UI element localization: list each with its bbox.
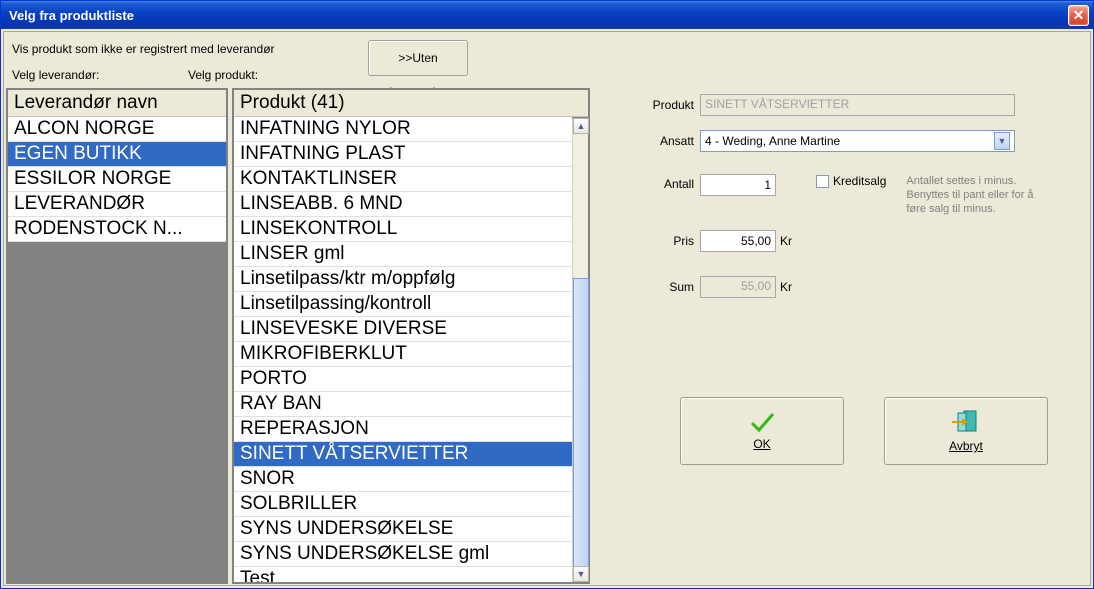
- button-row: OK Avbryt: [680, 397, 1048, 465]
- pris-unit: Kr: [780, 234, 792, 248]
- exit-icon: [950, 409, 982, 435]
- product-list-body[interactable]: INFATNING NYLORINFATNING PLASTKONTAKTLIN…: [234, 117, 572, 582]
- ok-button[interactable]: OK: [680, 397, 844, 465]
- kreditsalg-checkbox[interactable]: Kreditsalg: [816, 174, 886, 188]
- list-item[interactable]: SNOR: [234, 467, 572, 492]
- list-item[interactable]: Test: [234, 567, 572, 582]
- list-item[interactable]: SOLBRILLER: [234, 492, 572, 517]
- cancel-button[interactable]: Avbryt: [884, 397, 1048, 465]
- scroll-down-button[interactable]: ▼: [573, 566, 589, 582]
- form-panel: Produkt SINETT VÅTSERVIETTER Ansatt 4 - …: [624, 94, 1074, 312]
- list-item[interactable]: LINSEKONTROLL: [234, 217, 572, 242]
- list-item[interactable]: SYNS UNDERSØKELSE: [234, 517, 572, 542]
- supplier-list-header: Leverandør navn: [8, 90, 226, 117]
- info-text: Vis produkt som ikke er registrert med l…: [12, 42, 275, 56]
- list-item[interactable]: Linsetilpass/ktr m/oppfølg: [234, 267, 572, 292]
- scroll-thumb[interactable]: [573, 278, 589, 578]
- list-item[interactable]: ESSILOR NORGE: [8, 167, 226, 192]
- close-icon: ✕: [1073, 7, 1085, 24]
- sum-label: Sum: [624, 280, 694, 294]
- list-item[interactable]: RAY BAN: [234, 392, 572, 417]
- product-list-header: Produkt (41): [234, 90, 588, 117]
- list-item[interactable]: MIKROFIBERKLUT: [234, 342, 572, 367]
- ansatt-value: 4 - Weding, Anne Martine: [705, 134, 840, 148]
- list-item[interactable]: INFATNING PLAST: [234, 142, 572, 167]
- velg-leverandor-label: Velg leverandør:: [12, 68, 99, 82]
- list-item[interactable]: EGEN BUTIKK: [8, 142, 226, 167]
- list-item[interactable]: REPERASJON: [234, 417, 572, 442]
- antall-label: Antall: [624, 174, 694, 191]
- list-item[interactable]: SINETT VÅTSERVIETTER: [234, 442, 572, 467]
- list-item[interactable]: KONTAKTLINSER: [234, 167, 572, 192]
- close-button[interactable]: ✕: [1068, 5, 1089, 26]
- check-icon: [748, 411, 776, 433]
- list-item[interactable]: LINSEVESKE DIVERSE: [234, 317, 572, 342]
- hint-text: Antallet settes i minus. Benyttes til pa…: [906, 174, 1036, 216]
- list-item[interactable]: ALCON NORGE: [8, 117, 226, 142]
- list-item[interactable]: LINSEABB. 6 MND: [234, 192, 572, 217]
- list-item[interactable]: RODENSTOCK N...: [8, 217, 226, 242]
- scroll-up-button[interactable]: ▲: [573, 118, 589, 134]
- chevron-down-icon: ▼: [994, 132, 1010, 150]
- sum-field: 55,00: [700, 276, 776, 298]
- pris-input[interactable]: [700, 230, 776, 252]
- dialog-window: Velg fra produktliste ✕ Vis produkt som …: [0, 0, 1094, 589]
- list-item[interactable]: Linsetilpassing/kontroll: [234, 292, 572, 317]
- ok-label: OK: [753, 437, 770, 451]
- list-item[interactable]: LEVERANDØR: [8, 192, 226, 217]
- antall-input[interactable]: [700, 174, 776, 196]
- cancel-label: Avbryt: [949, 439, 983, 453]
- velg-produkt-label: Velg produkt:: [188, 68, 258, 82]
- uten-leverandor-button[interactable]: >>Uten leverandør: [368, 40, 468, 76]
- list-item[interactable]: PORTO: [234, 367, 572, 392]
- ansatt-label: Ansatt: [624, 134, 694, 148]
- list-item[interactable]: SYNS UNDERSØKELSE gml: [234, 542, 572, 567]
- kreditsalg-label: Kreditsalg: [833, 174, 886, 188]
- titlebar: Velg fra produktliste ✕: [1, 1, 1093, 29]
- pris-label: Pris: [624, 234, 694, 248]
- product-list-panel: Produkt (41) INFATNING NYLORINFATNING PL…: [232, 88, 590, 584]
- window-title: Velg fra produktliste: [9, 8, 134, 23]
- supplier-list-body[interactable]: ALCON NORGEEGEN BUTIKKESSILOR NORGELEVER…: [8, 117, 226, 582]
- checkbox-icon: [816, 175, 829, 188]
- produkt-field: SINETT VÅTSERVIETTER: [700, 94, 1015, 116]
- content-area: Vis produkt som ikke er registrert med l…: [3, 31, 1091, 586]
- lists-container: Leverandør navn ALCON NORGEEGEN BUTIKKES…: [6, 88, 594, 584]
- list-item[interactable]: INFATNING NYLOR: [234, 117, 572, 142]
- list-item[interactable]: LINSER gml: [234, 242, 572, 267]
- product-scrollbar[interactable]: ▲ ▼: [572, 118, 588, 582]
- produkt-label: Produkt: [624, 98, 694, 112]
- sum-unit: Kr: [780, 280, 792, 294]
- supplier-list-panel: Leverandør navn ALCON NORGEEGEN BUTIKKES…: [6, 88, 228, 584]
- ansatt-select[interactable]: 4 - Weding, Anne Martine ▼: [700, 130, 1015, 152]
